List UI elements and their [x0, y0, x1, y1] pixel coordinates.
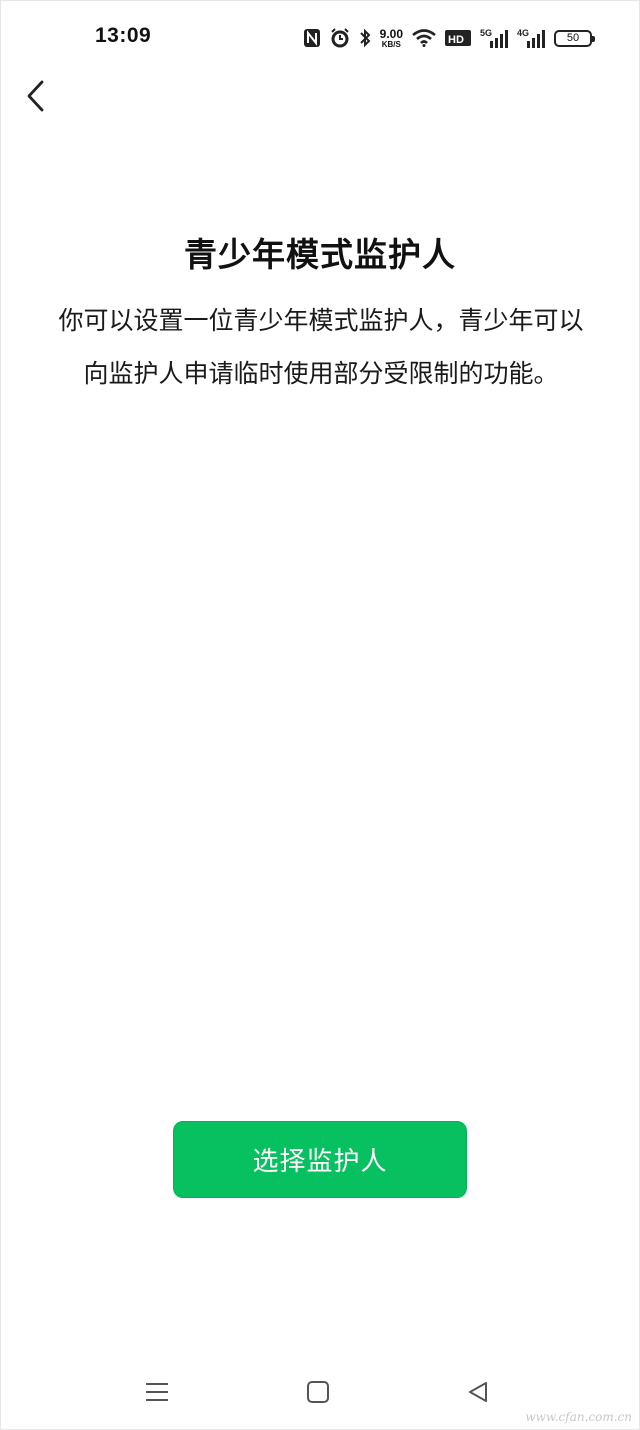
menu-button[interactable]	[142, 1377, 172, 1407]
signal-4g-icon: 4G	[517, 28, 545, 48]
alarm-icon	[330, 28, 350, 48]
wifi-icon	[412, 29, 436, 47]
signal-5g-icon: 5G	[480, 28, 508, 48]
hd-icon: HD	[445, 29, 471, 47]
battery-icon: 50	[554, 29, 595, 47]
status-icons: 9.00 KB/S HD 5G 4G 50	[303, 22, 595, 54]
back-triangle-icon	[469, 1382, 487, 1402]
menu-icon	[146, 1383, 168, 1401]
page-title: 青少年模式监护人	[184, 235, 456, 274]
signal-5g-label: 5G	[480, 28, 492, 38]
nfc-icon	[303, 28, 321, 48]
signal-4g-label: 4G	[517, 28, 529, 38]
select-guardian-button[interactable]: 选择监护人	[173, 1121, 467, 1198]
back-button[interactable]	[18, 78, 54, 114]
description-text: 你可以设置一位青少年模式监护人，青少年可以向监护人申请临时使用部分受限制的功能。	[58, 306, 584, 388]
net-speed-unit: KB/S	[381, 39, 401, 49]
net-speed-value: 9.00	[379, 26, 403, 41]
net-speed: 9.00 KB/S	[380, 28, 403, 49]
screen-frame	[0, 0, 640, 1430]
status-time: 13:09	[95, 24, 152, 47]
status-bar: 13:09 9.00 KB/S HD 5G 4G 50	[0, 0, 640, 76]
bluetooth-icon	[359, 28, 371, 48]
battery-level: 50	[566, 32, 580, 44]
home-button[interactable]	[303, 1377, 333, 1407]
hd-label: HD	[448, 34, 464, 46]
chevron-left-icon	[27, 80, 44, 112]
watermark: www.cfan.com.cn	[525, 1410, 632, 1424]
home-icon	[307, 1381, 329, 1403]
nav-back-button[interactable]	[463, 1377, 493, 1407]
